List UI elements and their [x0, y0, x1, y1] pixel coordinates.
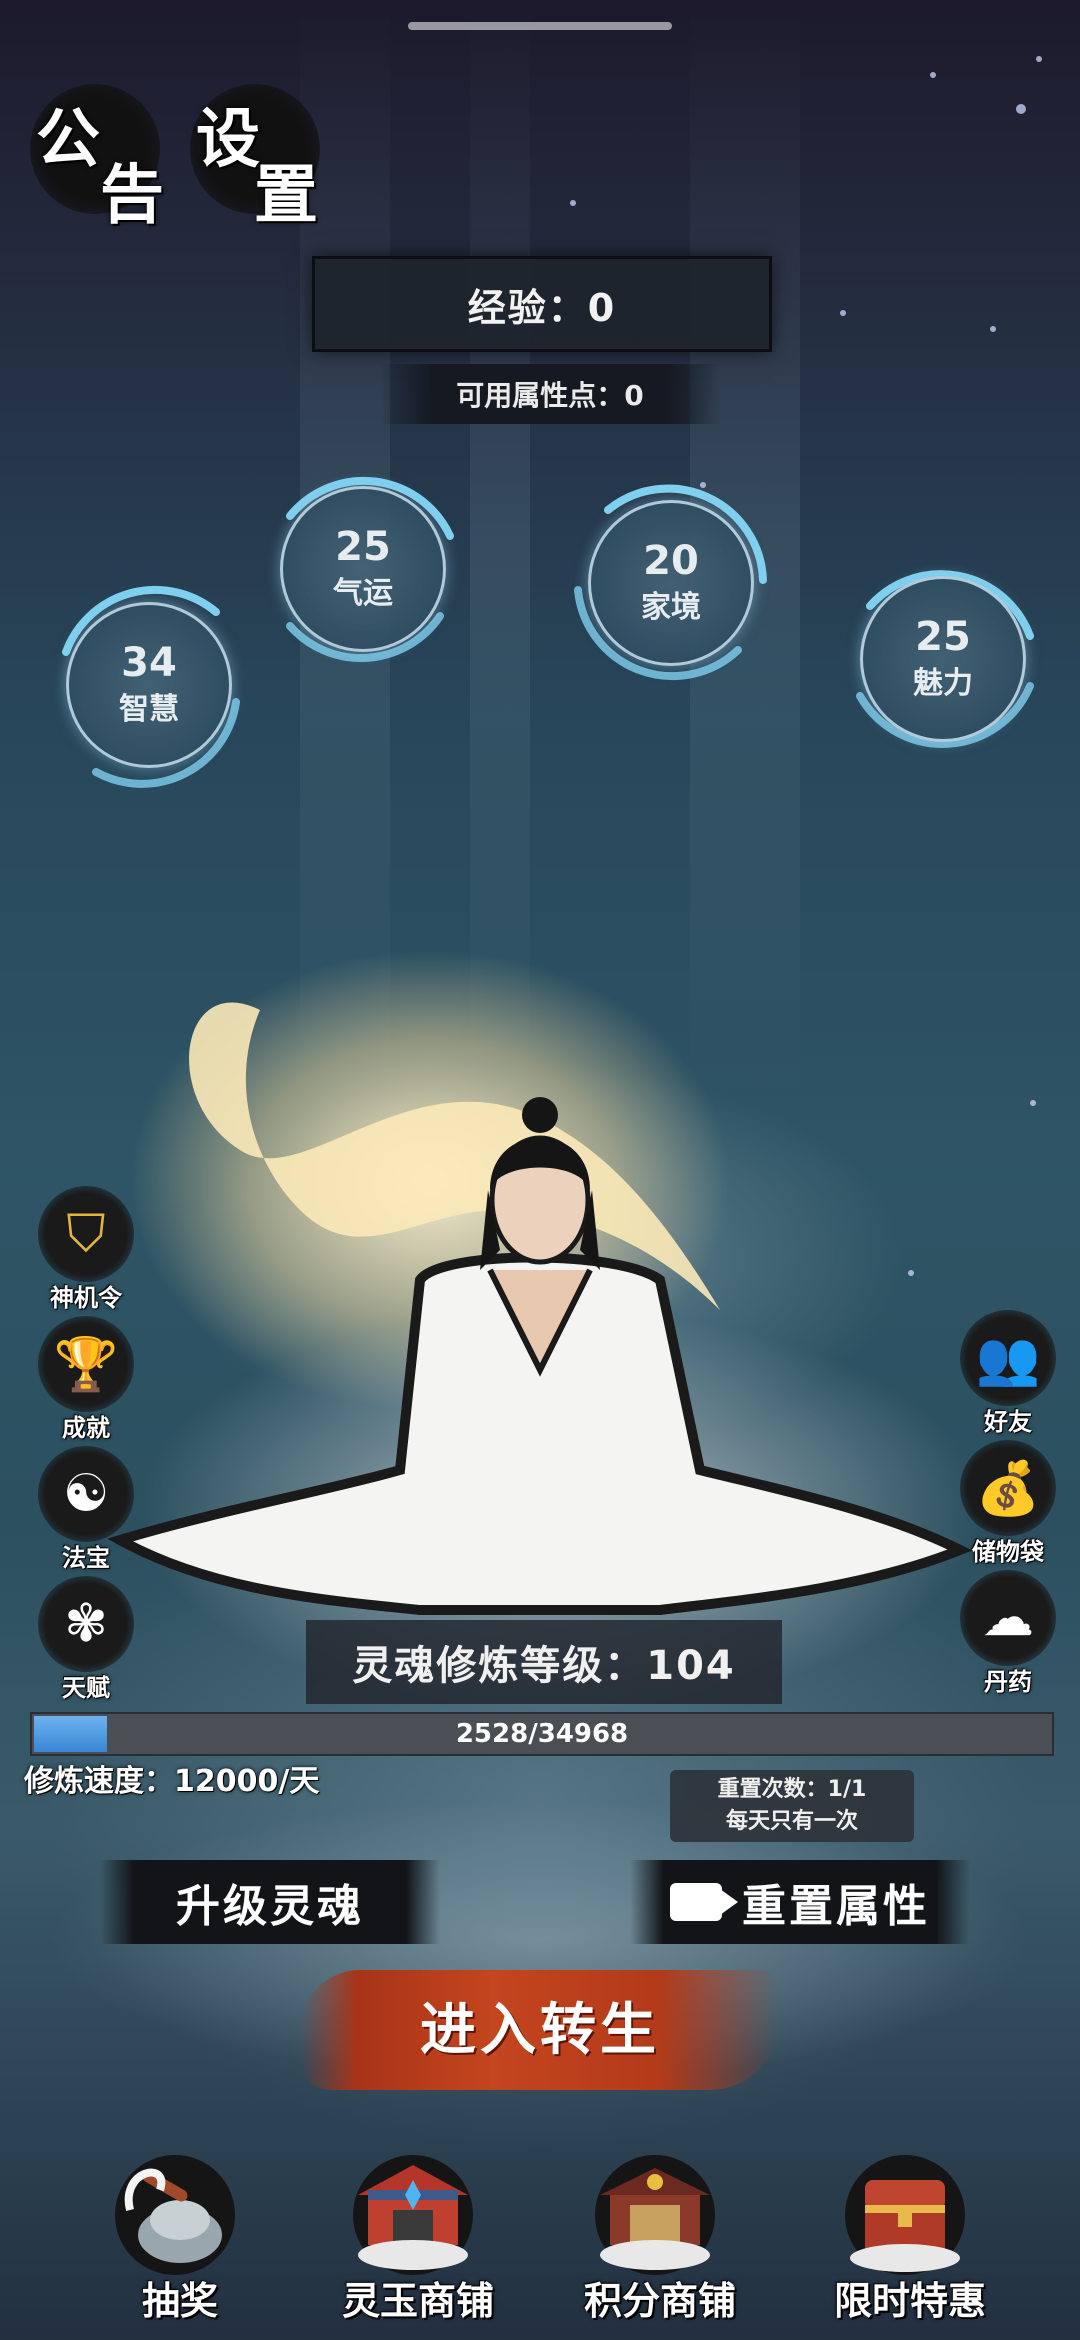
- divine-order-button[interactable]: ⛉ 神机令: [28, 1186, 138, 1316]
- enter-rebirth-label: 进入转生: [420, 1997, 660, 2063]
- attribute-family[interactable]: 20 家境: [558, 470, 778, 690]
- notice-button[interactable]: 公 告: [30, 84, 164, 233]
- side-label: 储物袋: [972, 1538, 1044, 1566]
- attribute-value: 25: [335, 524, 391, 570]
- reset-count-text: 重置次数：1/1: [717, 1777, 867, 1802]
- attribute-points-panel: 可用属性点：0: [380, 364, 720, 424]
- talent-button[interactable]: ✾ 天赋: [28, 1576, 138, 1706]
- settings-char-1: 设: [196, 102, 260, 177]
- attribute-luck[interactable]: 25 气运: [250, 456, 470, 676]
- reset-limit-text: 每天只有一次: [725, 1809, 858, 1834]
- home-indicator: [408, 22, 672, 30]
- exp-text: 经验：0: [467, 285, 617, 330]
- meditating-cultivator-illustration: [107, 950, 980, 1710]
- shop-label: 抽奖: [141, 2278, 218, 2323]
- upgrade-soul-button[interactable]: 升级灵魂: [100, 1860, 440, 1944]
- attribute-label: 智慧: [119, 692, 179, 727]
- achievement-button[interactable]: 🏆 成就: [28, 1316, 138, 1446]
- star: [1016, 104, 1026, 114]
- elixir-button[interactable]: ☁ 丹药: [950, 1570, 1060, 1700]
- jade-shop-button[interactable]: 灵玉商铺: [318, 2150, 498, 2330]
- points-shop-icon: [595, 2155, 715, 2275]
- side-label: 法宝: [62, 1544, 110, 1572]
- side-label: 丹药: [984, 1668, 1032, 1696]
- soul-level-panel: 灵魂修炼等级：104: [306, 1620, 782, 1704]
- exp-panel: 经验：0: [312, 256, 772, 352]
- shop-label: 限时特惠: [833, 2278, 986, 2323]
- reset-attributes-button[interactable]: 重置属性: [630, 1860, 970, 1944]
- attribute-wisdom[interactable]: 34 智慧: [36, 572, 256, 792]
- jade-shop-icon: [353, 2155, 473, 2275]
- points-shop-button[interactable]: 积分商铺: [560, 2150, 740, 2330]
- lottery-button[interactable]: 抽奖: [80, 2150, 260, 2330]
- attribute-label: 家境: [641, 590, 701, 625]
- limited-offer-button[interactable]: 限时特惠: [810, 2150, 990, 2330]
- notice-char-1: 公: [36, 102, 100, 177]
- soul-level-text: 灵魂修炼等级：104: [352, 1643, 736, 1689]
- star: [930, 72, 936, 78]
- storage-bag-button[interactable]: 💰 储物袋: [950, 1440, 1060, 1570]
- star: [570, 200, 576, 206]
- side-label: 天赋: [62, 1674, 110, 1702]
- upgrade-soul-label: 升级灵魂: [176, 1881, 364, 1932]
- side-label: 成就: [62, 1414, 110, 1442]
- settings-button[interactable]: 设 置: [190, 84, 320, 233]
- attribute-value: 25: [915, 614, 971, 660]
- enter-rebirth-button[interactable]: 进入转生: [300, 1950, 780, 2110]
- reset-info-panel: 重置次数：1/1 每天只有一次: [670, 1770, 914, 1842]
- shop-label: 灵玉商铺: [341, 2278, 494, 2323]
- star: [840, 310, 846, 316]
- attribute-label: 魅力: [913, 666, 973, 701]
- friends-icon: 👥: [960, 1310, 1056, 1406]
- trophy-icon: 🏆: [38, 1316, 134, 1412]
- attribute-charm[interactable]: 25 魅力: [830, 546, 1050, 766]
- star: [1030, 1100, 1036, 1106]
- video-camera-icon: [670, 1883, 738, 1921]
- attribute-label: 气运: [333, 576, 393, 611]
- yin-yang-icon: ☯: [38, 1446, 134, 1542]
- attribute-points-text: 可用属性点：0: [456, 379, 644, 412]
- gourd-icon: ☁: [960, 1570, 1056, 1666]
- star: [1036, 56, 1042, 62]
- friends-button[interactable]: 👥 好友: [950, 1310, 1060, 1440]
- settings-char-2: 置: [254, 158, 318, 233]
- notice-char-2: 告: [100, 158, 164, 233]
- shop-label: 积分商铺: [583, 2278, 736, 2323]
- treasure-chest-icon: [845, 2155, 965, 2275]
- side-label: 神机令: [50, 1284, 122, 1312]
- attribute-value: 34: [121, 640, 177, 686]
- progress-text: 2528/34968: [455, 1719, 629, 1749]
- reset-attributes-label: 重置属性: [742, 1881, 930, 1932]
- light-ray: [470, 0, 530, 1100]
- cultivation-speed: 修炼速度：12000/天: [24, 1764, 320, 1799]
- talent-icon: ✾: [38, 1576, 134, 1672]
- treasure-button[interactable]: ☯ 法宝: [28, 1446, 138, 1576]
- bag-icon: 💰: [960, 1440, 1056, 1536]
- soul-progress-bar: 2528/34968: [30, 1712, 1054, 1756]
- attribute-value: 20: [643, 538, 699, 584]
- star: [990, 326, 996, 332]
- trophy-shield-icon: ⛉: [38, 1186, 134, 1282]
- side-label: 好友: [984, 1408, 1032, 1436]
- lottery-icon: [115, 2155, 235, 2275]
